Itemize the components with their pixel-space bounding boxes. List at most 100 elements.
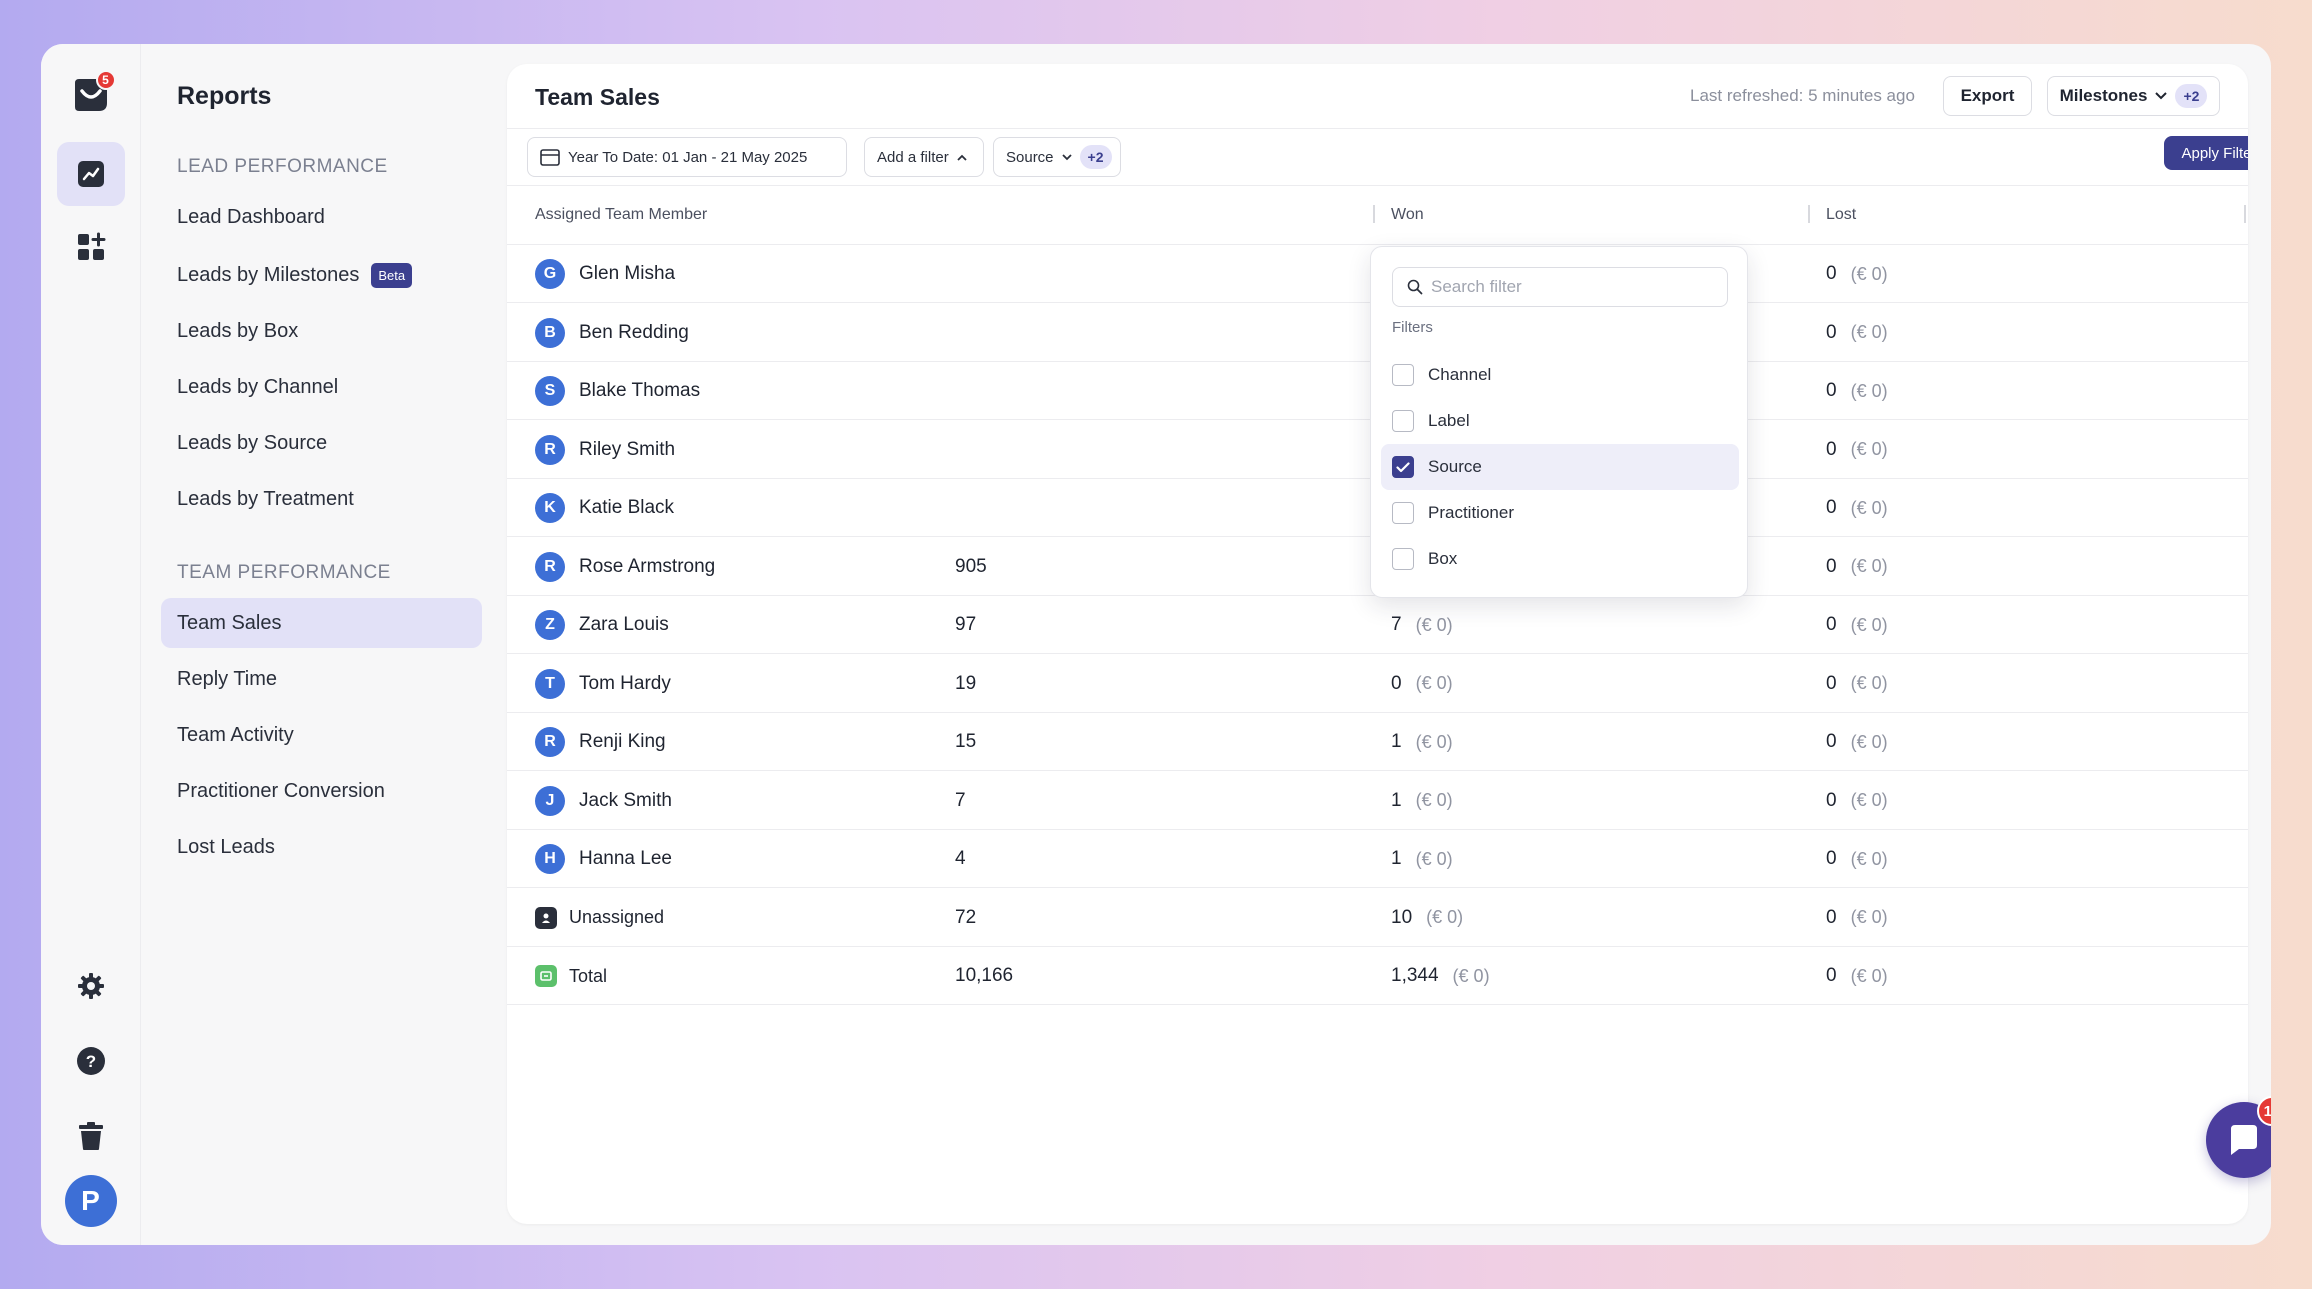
help-button[interactable]: ?: [71, 1041, 111, 1081]
filter-option-practitioner[interactable]: Practitioner: [1381, 490, 1739, 536]
lost-cell: 0 (€ 0): [1826, 538, 1888, 596]
milestones-count-badge: +2: [2175, 84, 2208, 108]
date-range-picker[interactable]: Year To Date: 01 Jan - 21 May 2025: [527, 137, 847, 177]
lost-count: 0: [1826, 848, 1837, 869]
user-avatar[interactable]: P: [64, 1175, 117, 1227]
member-avatar: B: [535, 317, 565, 348]
filter-option-label[interactable]: Label: [1381, 398, 1739, 444]
export-button[interactable]: Export: [1943, 76, 2032, 116]
won-value: (€ 0): [1415, 731, 1453, 752]
last-refreshed-text: Last refreshed: 5 minutes ago: [1690, 86, 1915, 105]
leads-cell: 72: [955, 906, 977, 928]
lost-value: (€ 0): [1850, 907, 1888, 927]
member-avatar: J: [535, 785, 565, 816]
lost-value: (€ 0): [1850, 497, 1888, 518]
table-row[interactable]: Unassigned 72 10 (€ 0) 0 (€ 0): [507, 889, 2248, 947]
filter-search-input[interactable]: Search filter: [1392, 267, 1728, 307]
table-row[interactable]: Z Zara Louis 97 7 (€ 0) 0 (€ 0): [507, 596, 2248, 654]
won-count: 7: [1391, 614, 1402, 635]
won-cell: 0 (€ 0): [1391, 655, 1453, 713]
chevron-up-icon: [957, 154, 967, 161]
lost-cell: 0 (€ 0): [1826, 889, 1888, 947]
table-row[interactable]: H Hanna Lee 4 1 (€ 0) 0 (€ 0): [507, 830, 2248, 888]
checkbox-checked[interactable]: [1392, 456, 1414, 478]
table-row[interactable]: T Tom Hardy 19 0 (€ 0) 0 (€ 0): [507, 655, 2248, 713]
column-separator[interactable]: [2244, 205, 2246, 223]
member-cell: Unassigned: [535, 889, 664, 947]
member-avatar: R: [535, 434, 565, 465]
app-logo[interactable]: 5: [64, 68, 118, 122]
checkbox[interactable]: [1392, 410, 1414, 432]
help-icon: ?: [76, 1047, 105, 1075]
lost-value: (€ 0): [1850, 263, 1888, 284]
checkbox[interactable]: [1392, 502, 1414, 524]
sidebar-item-team-sales[interactable]: Team Sales: [161, 598, 482, 648]
sidebar-item-label: Leads by Treatment: [177, 487, 354, 510]
sidebar-item-team-activity[interactable]: Team Activity: [161, 710, 482, 760]
leads-cell: 15: [955, 731, 977, 752]
lost-value: (€ 0): [1850, 439, 1888, 459]
column-separator[interactable]: [1808, 205, 1810, 223]
won-cell: 1 (€ 0): [1391, 772, 1453, 830]
apply-filter-button[interactable]: Apply Filter: [2164, 136, 2248, 170]
member-cell: S Blake Thomas: [535, 362, 700, 420]
search-icon: [1407, 279, 1423, 295]
sidebar-item-leads-by-channel[interactable]: Leads by Channel: [161, 362, 482, 412]
table-row[interactable]: J Jack Smith 7 1 (€ 0) 0 (€ 0): [507, 772, 2248, 830]
won-count: 0: [1391, 672, 1402, 694]
sidebar-item-lost-leads[interactable]: Lost Leads: [161, 822, 482, 872]
member-name: Katie Black: [579, 497, 675, 518]
lost-cell: 0 (€ 0): [1826, 830, 1888, 888]
column-header-won[interactable]: Won: [1391, 206, 1424, 224]
filter-option-box[interactable]: Box: [1381, 536, 1739, 582]
column-separator[interactable]: [1373, 205, 1375, 223]
app-window: 5 ? P Reports LEAD PERFORMANCE Lead Dash…: [41, 44, 2271, 1245]
filter-option-channel[interactable]: Channel: [1381, 352, 1739, 398]
sidebar-item-leads-by-treatment[interactable]: Leads by Treatment: [161, 474, 482, 524]
sidebar-item-reply-time[interactable]: Reply Time: [161, 654, 482, 704]
member-name: Riley Smith: [579, 438, 676, 460]
calendar-icon: [540, 149, 560, 166]
lost-cell: 0 (€ 0): [1826, 304, 1888, 362]
add-filter-button[interactable]: Add a filter: [864, 137, 984, 177]
column-header-lost[interactable]: Lost: [1826, 206, 1856, 224]
table-total-row[interactable]: Total 10,166 1,344 (€ 0) 0 (€ 0): [507, 947, 2248, 1005]
sidebar-item-practitioner-conversion[interactable]: Practitioner Conversion: [161, 766, 482, 816]
settings-button[interactable]: [71, 966, 111, 1006]
sidebar-item-label: Leads by Source: [177, 431, 328, 454]
leads-cell: 10,166: [955, 965, 1014, 986]
member-cell: K Katie Black: [535, 479, 674, 537]
member-cell: R Riley Smith: [535, 421, 675, 479]
lost-value: (€ 0): [1850, 673, 1888, 693]
member-cell: J Jack Smith: [535, 772, 672, 830]
won-cell: 1 (€ 0): [1391, 713, 1453, 771]
member-cell: Total: [535, 947, 607, 1005]
checkbox[interactable]: [1392, 548, 1414, 570]
sidebar-item-leads-by-source[interactable]: Leads by Source: [161, 418, 482, 468]
filter-option-label: Source: [1428, 457, 1482, 476]
lost-count: 0: [1826, 614, 1837, 635]
table-row[interactable]: R Renji King 15 1 (€ 0) 0 (€ 0): [507, 713, 2248, 771]
unassigned-icon: [535, 906, 557, 929]
trash-button[interactable]: [71, 1116, 111, 1156]
checkbox[interactable]: [1392, 364, 1414, 386]
lost-count: 0: [1826, 789, 1837, 811]
icon-rail: 5 ? P: [41, 44, 141, 1245]
source-filter-chip[interactable]: Source +2: [993, 137, 1121, 177]
lost-count: 0: [1826, 555, 1837, 577]
filter-option-label: Box: [1428, 549, 1458, 568]
member-avatar: G: [535, 259, 565, 289]
sidebar-item-lead-dashboard[interactable]: Lead Dashboard: [161, 192, 482, 242]
leads-cell: 905: [955, 555, 987, 577]
filter-divider: [507, 185, 2248, 186]
sidebar-item-leads-by-milestones[interactable]: Leads by Milestones Beta: [161, 250, 482, 300]
apps-nav-button[interactable]: [71, 227, 111, 267]
milestones-dropdown[interactable]: Milestones +2: [2047, 76, 2220, 116]
filter-option-source[interactable]: Source: [1381, 444, 1739, 490]
lost-value: (€ 0): [1850, 614, 1888, 635]
sidebar-item-leads-by-box[interactable]: Leads by Box: [161, 306, 482, 356]
column-header-member[interactable]: Assigned Team Member: [535, 206, 707, 224]
reports-nav-button[interactable]: [56, 142, 125, 206]
lost-count: 0: [1826, 672, 1837, 694]
member-cell: R Renji King: [535, 713, 666, 771]
